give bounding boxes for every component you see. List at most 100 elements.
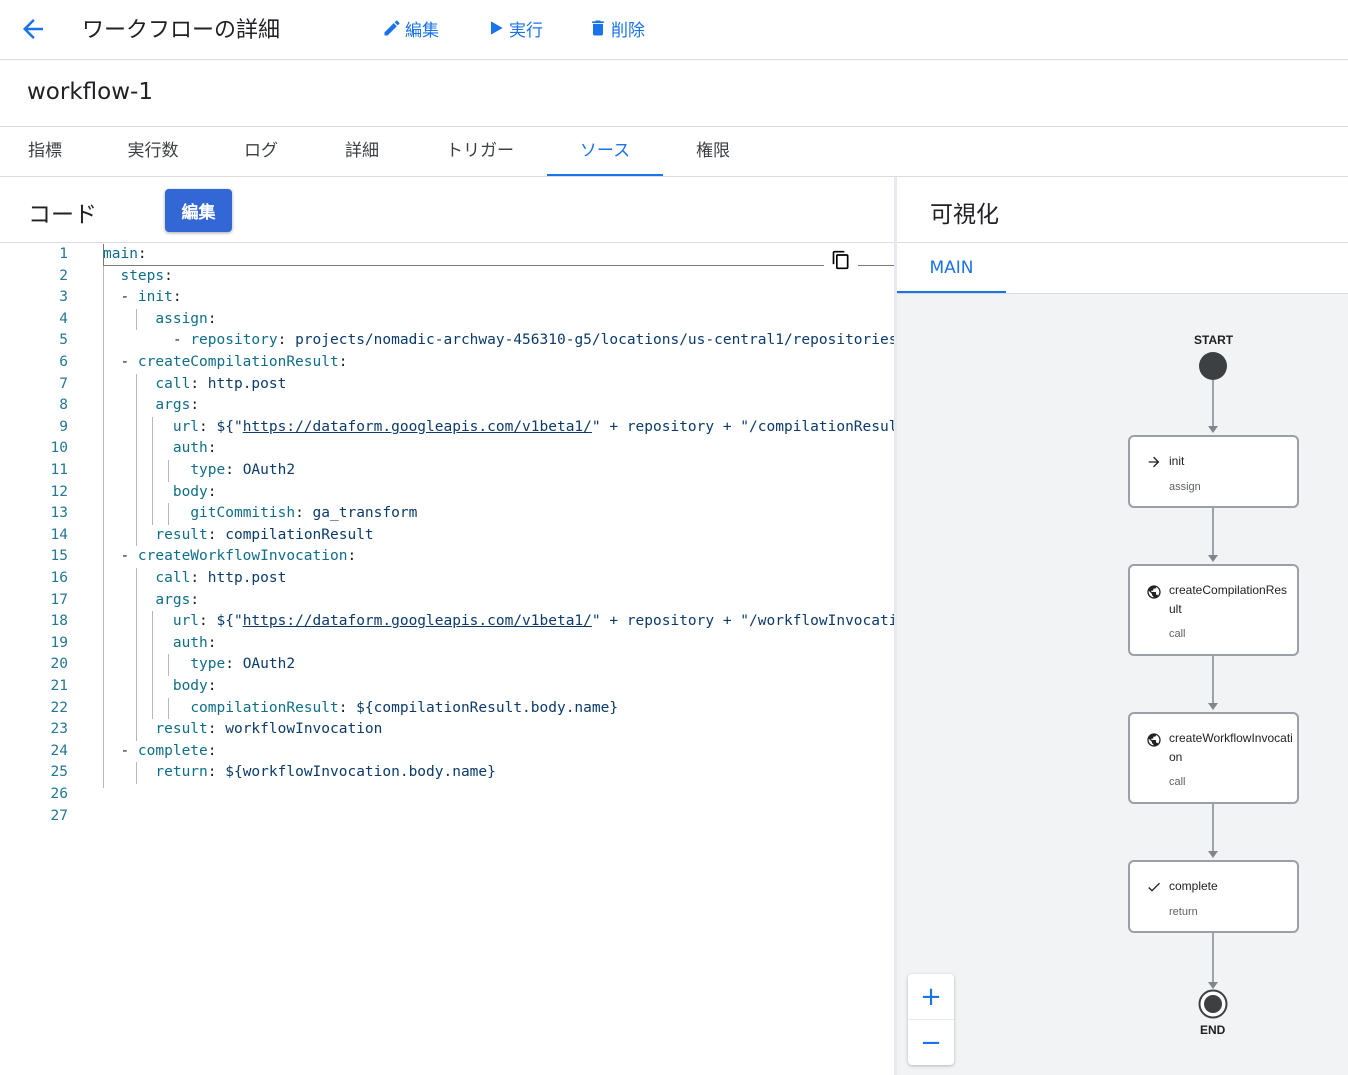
node-type: assign — [1169, 481, 1201, 493]
tab-metrics[interactable]: 指標 — [0, 127, 90, 176]
node-name: init — [1169, 454, 1185, 468]
line-number: 13 — [50, 505, 68, 522]
workflow-name-bar: workflow-1 — [0, 61, 1348, 127]
line-number: 7 — [59, 375, 68, 392]
line-number: 14 — [50, 526, 68, 543]
line-number: 2 — [59, 267, 68, 284]
code-line: assign: — [155, 310, 217, 327]
indent-guide — [168, 503, 170, 525]
node-type: call — [1169, 776, 1186, 788]
code-line: call: http.post — [155, 375, 287, 392]
indent-guide — [135, 373, 137, 547]
line-number: 4 — [59, 310, 68, 327]
indent-guide — [168, 697, 170, 720]
line-number: 8 — [59, 397, 68, 414]
code-panel-title: コード — [28, 202, 97, 228]
code-line: main: — [103, 246, 147, 262]
indent-guide — [168, 654, 170, 676]
code-line: body: — [172, 678, 217, 694]
line-number: 3 — [59, 289, 68, 306]
edit-workflow-label: 編集 — [405, 20, 439, 41]
end-label: END — [1200, 1023, 1226, 1037]
top-app-bar: ワークフローの詳細 編集 実行 削除 — [0, 0, 1348, 60]
code-line: return: ${workflowInvocation.body.name} — [155, 764, 496, 781]
current-line-highlight — [103, 244, 894, 266]
line-number: 24 — [50, 742, 68, 759]
code-line: args: — [155, 397, 200, 414]
graph-node-create-workflow-invocation[interactable]: createWorkflowInvocation call — [1128, 712, 1299, 804]
code-line: type: OAuth2 — [190, 656, 296, 673]
node-name: complete — [1169, 879, 1218, 893]
node-type: return — [1169, 906, 1198, 918]
workflow-name: workflow-1 — [27, 79, 153, 105]
code-line: args: — [155, 591, 200, 608]
trash-icon — [592, 20, 604, 36]
line-number: 16 — [50, 570, 68, 586]
visualization-title: 可視化 — [930, 202, 999, 228]
indent-guide — [168, 460, 170, 482]
copy-icon[interactable] — [824, 244, 858, 276]
indent-guide — [103, 265, 104, 788]
code-line: type: OAuth2 — [190, 462, 296, 478]
check-icon — [1146, 879, 1162, 895]
back-arrow-icon[interactable] — [18, 14, 48, 44]
zoom-out-button[interactable]: − — [908, 1020, 954, 1065]
play-icon — [491, 21, 503, 35]
tab-details[interactable]: 詳細 — [317, 127, 407, 176]
line-number: 5 — [59, 332, 68, 349]
code-line: url: ${"https://dataform.googleapis.com/… — [172, 418, 894, 435]
run-workflow-button[interactable]: 実行 — [486, 16, 543, 41]
tab-logs[interactable]: ログ — [216, 127, 306, 176]
code-line: steps: — [120, 267, 173, 284]
code-line: call: http.post — [155, 570, 287, 586]
line-number: 17 — [50, 591, 68, 608]
page-title: ワークフローの詳細 — [82, 18, 281, 43]
tab-permissions[interactable]: 権限 — [668, 127, 758, 176]
graph-node-complete[interactable]: complete return — [1128, 860, 1299, 933]
line-number: 6 — [59, 354, 68, 370]
code-line: - createCompilationResult: — [103, 354, 348, 370]
divider — [0, 242, 894, 243]
tab-main[interactable]: MAIN — [897, 243, 1006, 293]
code-panel: コード 編集 1 2 3 4 5 6 7 8 9 10 11 12 13 14 15 16 17 18 19 20 21… — [0, 177, 894, 1075]
tab-source[interactable]: ソース — [547, 127, 663, 176]
code-line: compilationResult: ${compilationResult.b… — [190, 699, 619, 716]
code-line: - init: — [103, 289, 182, 306]
code-line: auth: — [172, 634, 217, 651]
line-number: 1 — [59, 246, 68, 262]
node-name: createCompilationResult — [1169, 583, 1288, 616]
indent-guide — [151, 611, 153, 720]
node-type: call — [1169, 628, 1186, 640]
graph-edges — [1198, 352, 1228, 1019]
arrow-right-icon — [1146, 454, 1162, 470]
start-node — [1199, 352, 1227, 380]
tab-bar: 指標 実行数 ログ 詳細 トリガー ソース 権限 — [0, 127, 1348, 177]
graph-node-create-compilation-result[interactable]: createCompilationResult call — [1128, 564, 1299, 656]
graph-node-init[interactable]: init assign — [1128, 435, 1299, 508]
line-number: 20 — [50, 656, 68, 673]
code-line: - createWorkflowInvocation: — [103, 548, 357, 565]
run-workflow-label: 実行 — [509, 20, 543, 41]
tab-executions[interactable]: 実行数 — [108, 127, 198, 176]
edit-workflow-button[interactable]: 編集 — [382, 16, 439, 41]
code-line: - complete: — [103, 742, 217, 759]
pencil-icon — [384, 20, 400, 36]
code-editor[interactable]: 1 2 3 4 5 6 7 8 9 10 11 12 13 14 15 16 17 18 19 20 21 22 23 24 2… — [0, 244, 894, 1074]
delete-workflow-button[interactable]: 削除 — [588, 16, 645, 41]
edit-code-button[interactable]: 編集 — [165, 189, 232, 232]
workflow-graph-canvas[interactable]: START END init assign createCompilationR… — [897, 294, 1348, 1075]
line-number: 26 — [50, 786, 68, 802]
line-number: 11 — [50, 462, 68, 478]
line-number: 10 — [50, 440, 68, 457]
line-number: 9 — [59, 418, 68, 435]
tab-triggers[interactable]: トリガー — [425, 127, 535, 176]
indent-guide — [135, 568, 137, 741]
zoom-controls: + − — [908, 974, 954, 1065]
start-label: START — [1194, 333, 1234, 347]
delete-workflow-label: 削除 — [611, 20, 645, 41]
indent-guide — [151, 416, 153, 525]
code-line: result: compilationResult — [155, 526, 374, 543]
zoom-in-button[interactable]: + — [908, 974, 954, 1019]
node-name: createWorkflowInvocation — [1169, 731, 1293, 764]
code-line: url: ${"https://dataform.googleapis.com/… — [172, 613, 894, 630]
